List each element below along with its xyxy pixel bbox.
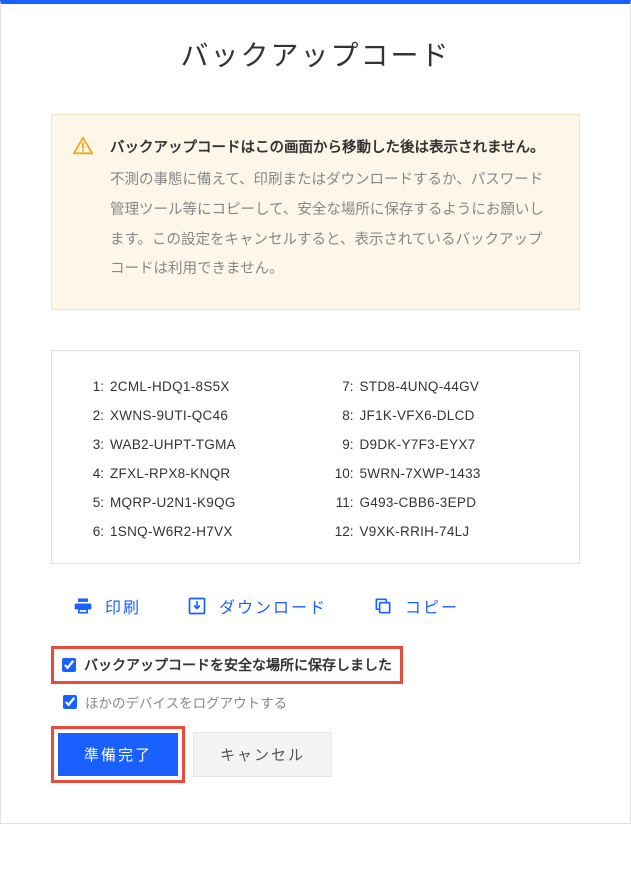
copy-icon	[373, 596, 393, 616]
download-button[interactable]: ダウンロード	[187, 594, 327, 618]
saved-checkbox-row[interactable]: バックアップコードを安全な場所に保存しました	[62, 655, 392, 675]
print-icon	[73, 596, 93, 616]
code-value: D9DK-Y7F3-EYX7	[360, 437, 476, 452]
code-value: MQRP-U2N1-K9QG	[110, 495, 236, 510]
code-value: STD8-4UNQ-44GV	[360, 379, 480, 394]
code-index: 7:	[326, 379, 354, 394]
code-index: 1:	[76, 379, 104, 394]
code-value: XWNS-9UTI-QC46	[110, 408, 228, 423]
warning-box: バックアップコードはこの画面から移動した後は表示されません。 不測の事態に備えて…	[51, 114, 580, 310]
code-row: 7: STD8-4UNQ-44GV	[326, 379, 556, 394]
code-value: WAB2-UHPT-TGMA	[110, 437, 236, 452]
copy-label: コピー	[405, 594, 459, 618]
code-value: 2CML-HDQ1-8S5X	[110, 379, 230, 394]
code-row: 4: ZFXL-RPX8-KNQR	[76, 466, 306, 481]
code-row: 12: V9XK-RRIH-74LJ	[326, 524, 556, 539]
code-value: G493-CBB6-3EPD	[360, 495, 477, 510]
code-row: 8: JF1K-VFX6-DLCD	[326, 408, 556, 423]
actions-bar: 印刷 ダウンロード コピー	[51, 594, 580, 618]
download-icon	[187, 596, 207, 616]
code-value: ZFXL-RPX8-KNQR	[110, 466, 230, 481]
code-row: 3: WAB2-UHPT-TGMA	[76, 437, 306, 452]
code-index: 5:	[76, 495, 104, 510]
codes-column-right: 7: STD8-4UNQ-44GV 8: JF1K-VFX6-DLCD 9: D9DK…	[326, 379, 556, 539]
code-index: 6:	[76, 524, 104, 539]
code-index: 3:	[76, 437, 104, 452]
button-row: 準備完了 キャンセル	[51, 726, 580, 783]
warning-heading: バックアップコードはこの画面から移動した後は表示されません。	[110, 137, 555, 160]
code-index: 11:	[326, 495, 354, 510]
code-row: 1: 2CML-HDQ1-8S5X	[76, 379, 306, 394]
code-index: 10:	[326, 466, 354, 481]
backup-codes-panel: バックアップコード バックアップコードはこの画面から移動した後は表示されません。…	[0, 0, 631, 824]
print-button[interactable]: 印刷	[73, 594, 141, 618]
download-label: ダウンロード	[219, 594, 327, 618]
code-value: JF1K-VFX6-DLCD	[360, 408, 475, 423]
saved-checkbox[interactable]	[62, 658, 76, 672]
code-value: 5WRN-7XWP-1433	[360, 466, 481, 481]
copy-button[interactable]: コピー	[373, 594, 459, 618]
warning-triangle-icon	[72, 135, 94, 157]
highlight-saved-checkbox: バックアップコードを安全な場所に保存しました	[51, 646, 403, 684]
code-value: V9XK-RRIH-74LJ	[360, 524, 470, 539]
code-row: 9: D9DK-Y7F3-EYX7	[326, 437, 556, 452]
print-label: 印刷	[105, 594, 141, 618]
warning-body: 不測の事態に備えて、印刷またはダウンロードするか、パスワード管理ツール等にコピー…	[110, 166, 555, 285]
cancel-button[interactable]: キャンセル	[193, 732, 332, 777]
code-index: 12:	[326, 524, 354, 539]
code-index: 8:	[326, 408, 354, 423]
logout-checkbox-label: ほかのデバイスをログアウトする	[85, 692, 287, 712]
page-title: バックアップコード	[1, 4, 630, 114]
code-row: 5: MQRP-U2N1-K9QG	[76, 495, 306, 510]
highlight-ready-button: 準備完了	[51, 726, 185, 783]
code-row: 10: 5WRN-7XWP-1433	[326, 466, 556, 481]
code-index: 9:	[326, 437, 354, 452]
code-index: 2:	[76, 408, 104, 423]
code-row: 6: 1SNQ-W6R2-H7VX	[76, 524, 306, 539]
logout-checkbox-row[interactable]: ほかのデバイスをログアウトする	[51, 688, 580, 726]
ready-button[interactable]: 準備完了	[58, 733, 178, 776]
logout-checkbox[interactable]	[63, 695, 77, 709]
code-index: 4:	[76, 466, 104, 481]
code-value: 1SNQ-W6R2-H7VX	[110, 524, 233, 539]
confirm-controls: バックアップコードを安全な場所に保存しました ほかのデバイスをログアウトする 準…	[51, 646, 580, 783]
backup-codes-list: 1: 2CML-HDQ1-8S5X 2: XWNS-9UTI-QC46 3: WAB2…	[51, 350, 580, 564]
code-row: 11: G493-CBB6-3EPD	[326, 495, 556, 510]
saved-checkbox-label: バックアップコードを安全な場所に保存しました	[84, 655, 392, 675]
codes-column-left: 1: 2CML-HDQ1-8S5X 2: XWNS-9UTI-QC46 3: WAB2…	[76, 379, 306, 539]
code-row: 2: XWNS-9UTI-QC46	[76, 408, 306, 423]
